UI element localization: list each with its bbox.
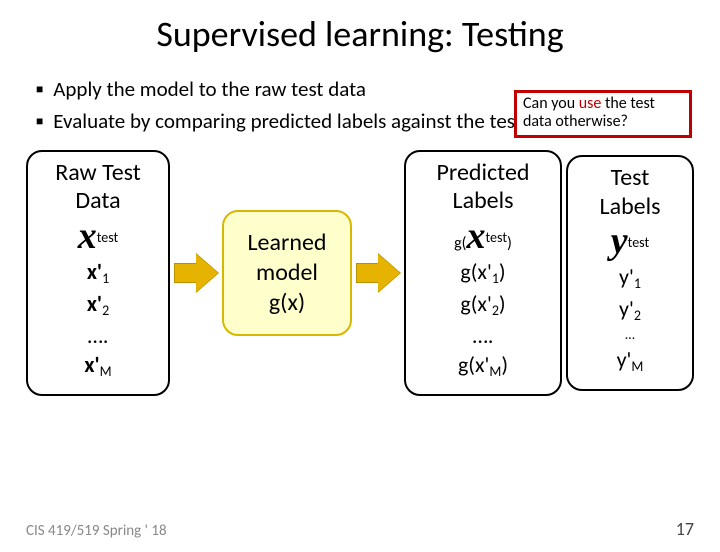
lab-heading1: Test (574, 165, 686, 191)
predicted-box: Predicted Labels g(xtest) g(x'1) g(x'2) … (404, 150, 562, 396)
callout-highlight: use (579, 94, 602, 113)
callout-prefix: Can you (523, 94, 579, 113)
pred-heading1: Predicted (412, 160, 554, 186)
model-l3: g(x) (232, 288, 342, 318)
raw-heading2: Data (34, 188, 162, 214)
lab-symbol: ytest (574, 222, 686, 260)
arrow-icon (174, 254, 218, 292)
pred-symbol: g(xtest) (412, 217, 554, 255)
footer-left: CIS 419/519 Spring ' 18 (26, 522, 167, 540)
lab-items: y'1 y'2 … y'M (574, 262, 686, 377)
learned-model-box: Learned model g(x) (222, 210, 352, 336)
test-labels-box: Test Labels ytest y'1 y'2 … y'M (566, 155, 694, 390)
pred-heading2: Labels (412, 188, 554, 214)
pred-items: g(x'1) g(x'2) …. g(x'M) (412, 257, 554, 382)
raw-items: x'1 x'2 …. x'M (34, 257, 162, 382)
page-number: 17 (676, 518, 694, 540)
model-l1: Learned (232, 228, 342, 258)
raw-symbol: xtest (34, 217, 162, 255)
diagram: Raw Test Data xtest x'1 x'2 …. x'M Learn… (0, 150, 720, 396)
model-l2: model (232, 258, 342, 288)
arrow-icon (356, 254, 400, 292)
raw-heading1: Raw Test (34, 160, 162, 186)
raw-test-box: Raw Test Data xtest x'1 x'2 …. x'M (26, 150, 170, 396)
page-title: Supervised learning: Testing (0, 12, 720, 56)
callout-box: Can you use the test data otherwise? (514, 90, 692, 138)
lab-heading2: Labels (574, 194, 686, 220)
